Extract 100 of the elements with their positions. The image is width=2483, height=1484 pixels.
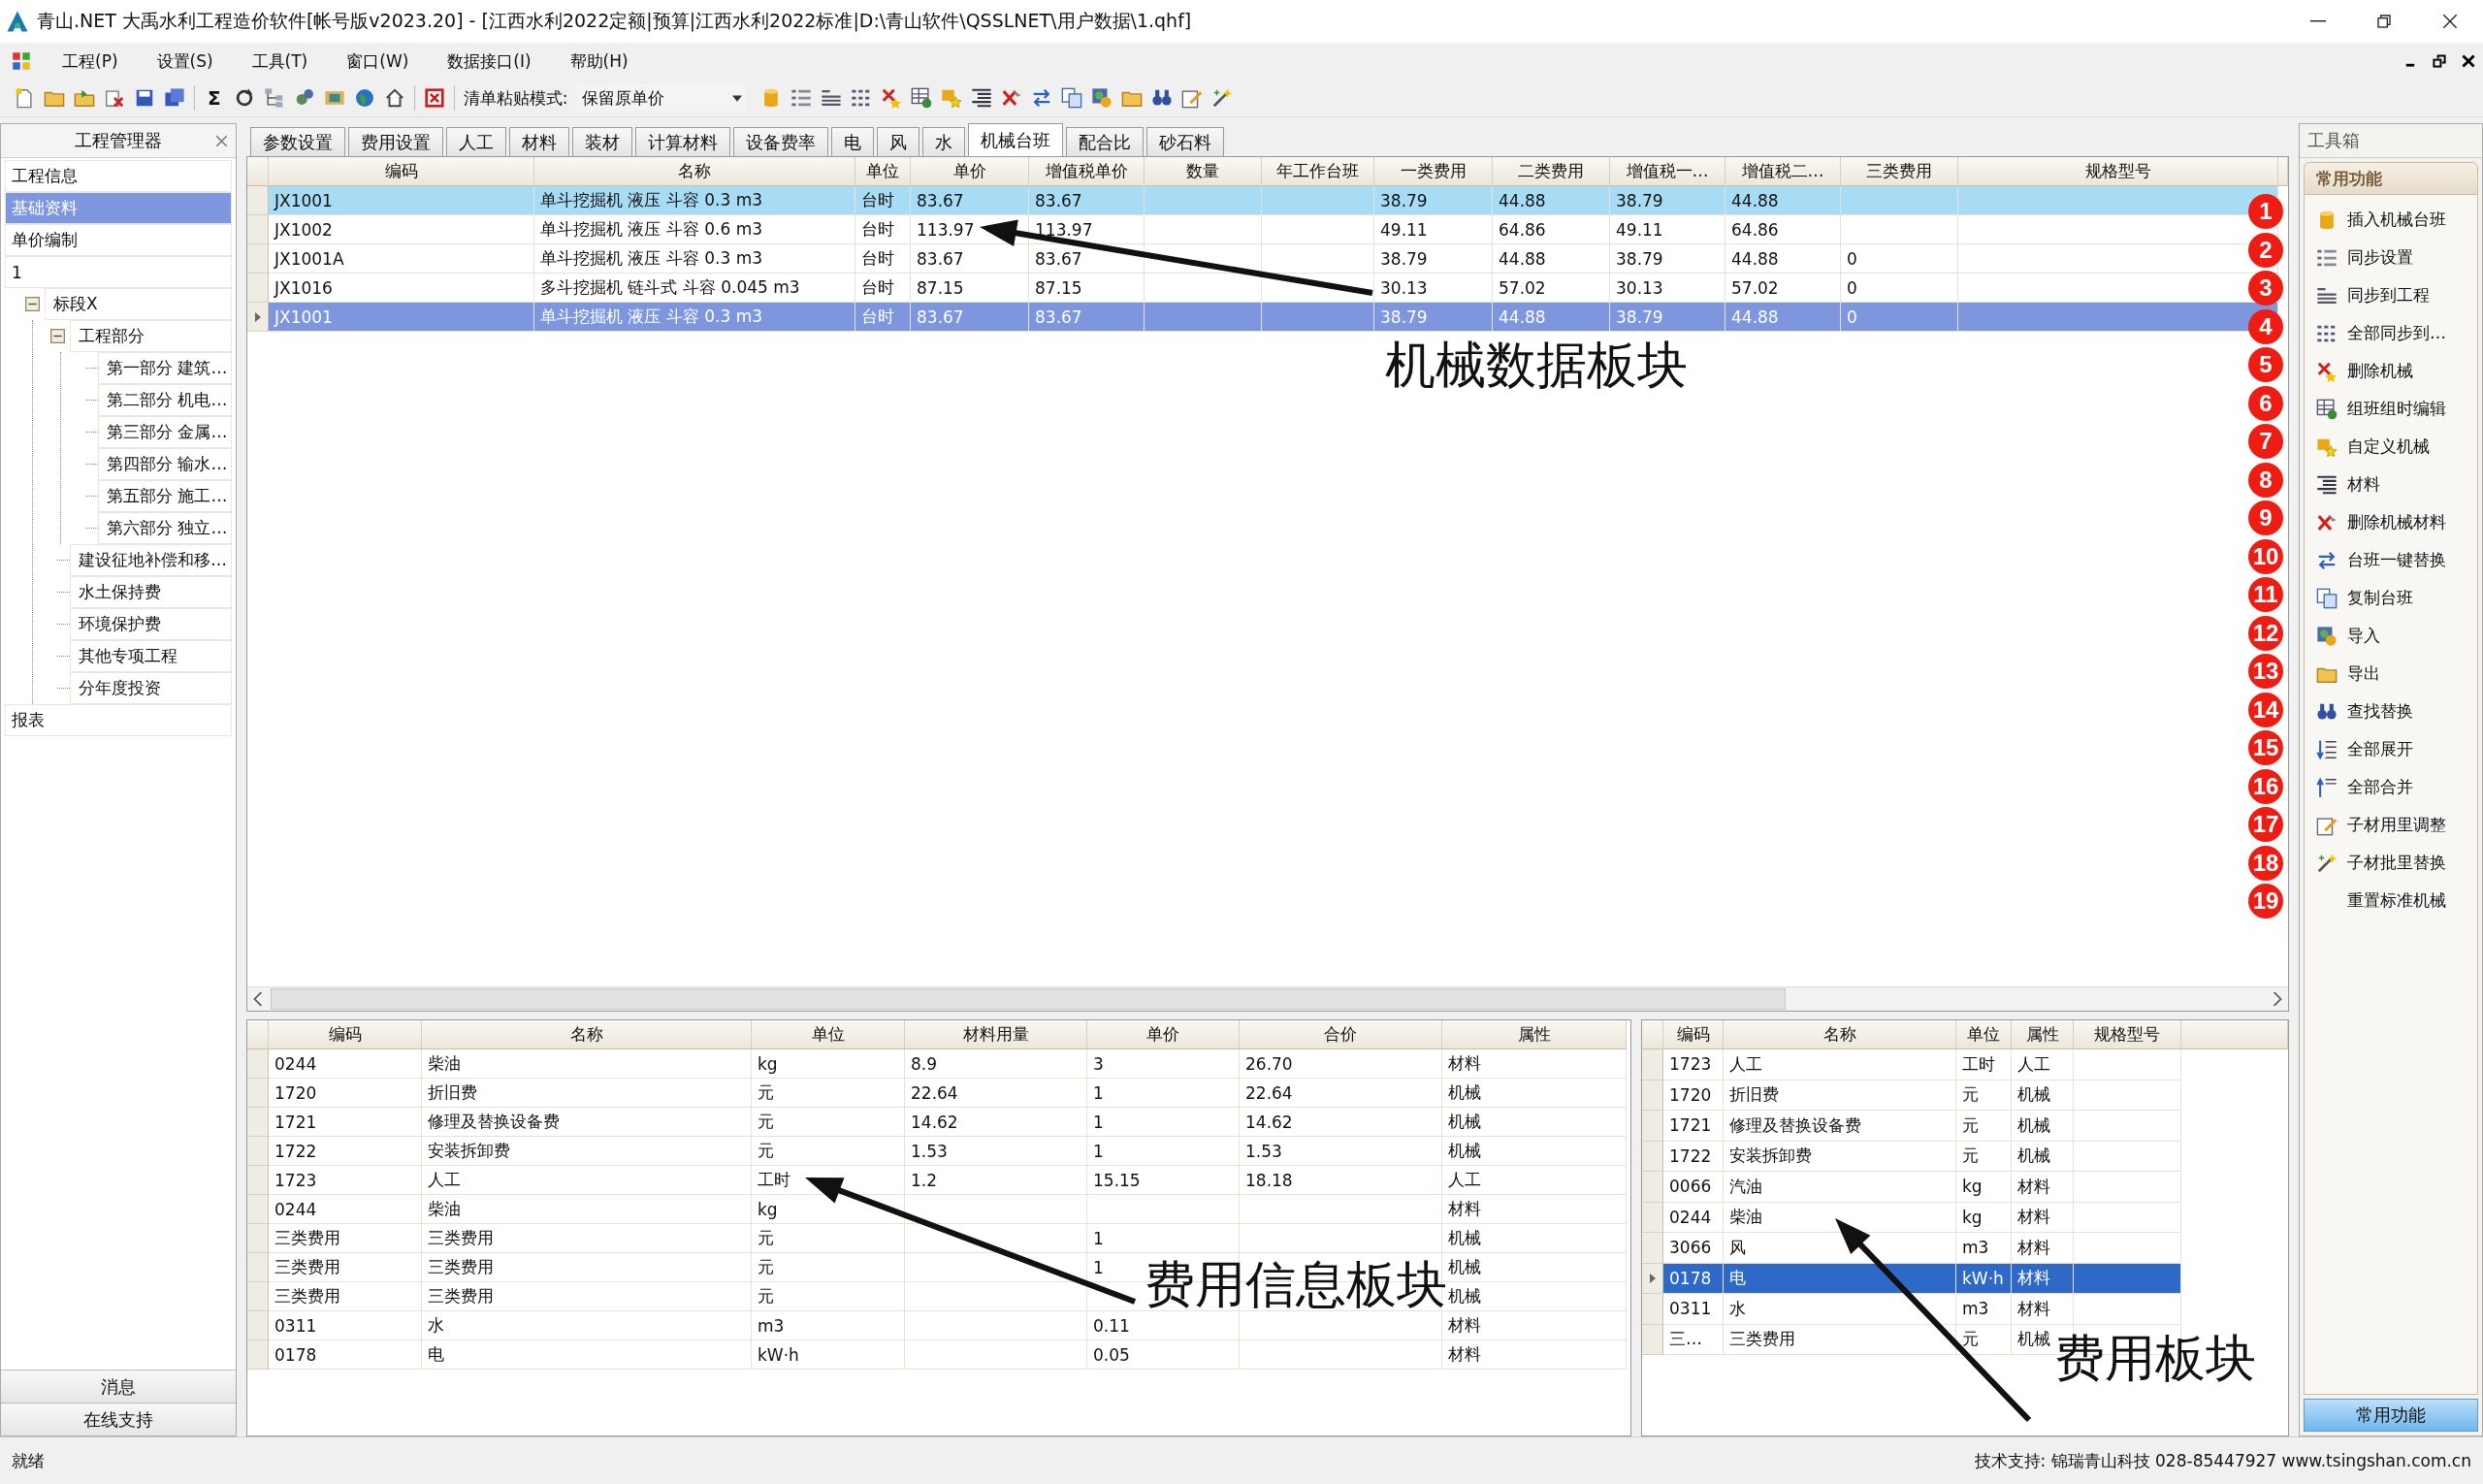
- binoculars-icon[interactable]: [1151, 87, 1174, 109]
- sum-button[interactable]: Σ: [204, 86, 225, 110]
- tree-item[interactable]: 1: [5, 256, 232, 288]
- menu-item[interactable]: 窗口(W): [333, 46, 423, 77]
- column-header[interactable]: 规格型号: [2074, 1020, 2181, 1049]
- tab[interactable]: 参数设置: [250, 127, 345, 156]
- column-header[interactable]: 单价: [911, 157, 1029, 186]
- expand-all-icon[interactable]: [2316, 738, 2338, 760]
- tab[interactable]: 计算材料: [635, 127, 730, 156]
- toolbox-item[interactable]: 插入机械台班: [2305, 201, 2477, 239]
- list-icon[interactable]: [790, 87, 813, 109]
- column-header[interactable]: 编码: [269, 157, 534, 186]
- column-header[interactable]: 三类费用: [1841, 157, 1958, 186]
- row-header[interactable]: [247, 303, 269, 332]
- menu-item[interactable]: 帮助(H): [556, 46, 642, 77]
- paste-mode-dropdown[interactable]: 保留原单价: [576, 84, 747, 112]
- column-header[interactable]: 规格型号: [1958, 157, 2278, 186]
- panel-button[interactable]: 消息: [1, 1370, 236, 1403]
- stop-icon[interactable]: [423, 87, 445, 109]
- column-header[interactable]: 编码: [1663, 1020, 1724, 1049]
- horizontal-scrollbar[interactable]: [247, 986, 2288, 1011]
- toolbox-item[interactable]: 删除机械材料: [2305, 503, 2477, 541]
- tree-item[interactable]: 其他专项工程: [70, 640, 232, 672]
- tree-item[interactable]: 第六部分 独立…: [98, 512, 232, 544]
- indent-list-icon[interactable]: [971, 87, 993, 109]
- import-icon[interactable]: [2316, 625, 2338, 647]
- toolbox-item[interactable]: 自定义机械: [2305, 428, 2477, 466]
- tree-item[interactable]: 第一部分 建筑…: [98, 352, 232, 384]
- tree-item[interactable]: 工程部分: [70, 320, 232, 352]
- column-header[interactable]: 单位: [1956, 1020, 2012, 1049]
- collapse-all-icon[interactable]: [2316, 776, 2338, 798]
- tree-item[interactable]: 工程信息: [5, 160, 232, 192]
- toolbox-item[interactable]: 删除机械: [2305, 352, 2477, 390]
- expand-toggle-icon[interactable]: [24, 297, 40, 311]
- document-delete-icon[interactable]: [104, 87, 125, 109]
- column-header[interactable]: 数量: [1145, 157, 1262, 186]
- toolbox-item[interactable]: 子材批里替换: [2305, 844, 2477, 882]
- column-header[interactable]: 合价: [1240, 1020, 1442, 1049]
- edit-icon[interactable]: [1181, 87, 1204, 109]
- toolbox-item[interactable]: 全部合并: [2305, 768, 2477, 806]
- tree-item[interactable]: 第五部分 施工…: [98, 480, 232, 512]
- column-header[interactable]: 单位: [752, 1020, 905, 1049]
- new-document-icon[interactable]: [14, 87, 35, 109]
- expand-toggle-icon[interactable]: [49, 329, 65, 343]
- column-header[interactable]: 二类费用: [1493, 157, 1610, 186]
- column-header[interactable]: 单价: [1087, 1020, 1240, 1049]
- toolbox-item[interactable]: 同步到工程: [2305, 276, 2477, 314]
- column-header[interactable]: 名称: [534, 157, 855, 186]
- copy-icon[interactable]: [1061, 87, 1083, 109]
- tree-icon[interactable]: [263, 87, 285, 109]
- column-header[interactable]: 名称: [422, 1020, 752, 1049]
- column-header[interactable]: 增值税单价: [1029, 157, 1145, 186]
- delete-star-icon[interactable]: [881, 87, 903, 109]
- toolbox-item[interactable]: 台班一键替换: [2305, 541, 2477, 579]
- toolbox-item[interactable]: 全部同步到…: [2305, 314, 2477, 352]
- delete-icon[interactable]: [1001, 87, 1023, 109]
- tab[interactable]: 设备费率: [733, 127, 828, 156]
- toolbox-item[interactable]: 子材用里调整: [2305, 806, 2477, 844]
- copy-icon[interactable]: [2316, 587, 2338, 609]
- panel-button[interactable]: 在线支持: [1, 1403, 236, 1436]
- tab[interactable]: 机械台班: [968, 123, 1063, 156]
- tree-item[interactable]: 标段X: [45, 288, 232, 320]
- window-menu-icon[interactable]: [12, 51, 31, 71]
- tree-item[interactable]: 报表: [5, 704, 232, 736]
- tree-item[interactable]: 单价编制: [5, 224, 232, 256]
- star-icon[interactable]: [941, 87, 963, 109]
- table-gear-icon[interactable]: [911, 87, 933, 109]
- tab[interactable]: 人工: [446, 127, 506, 156]
- tree-item[interactable]: 环境保护费: [70, 608, 232, 640]
- tree-item[interactable]: 第二部分 机电…: [98, 384, 232, 416]
- globe-icon[interactable]: [353, 87, 375, 109]
- menu-item[interactable]: 数据接口(I): [434, 46, 545, 77]
- section-header[interactable]: 常用功能: [2304, 162, 2478, 195]
- toolbox-item[interactable]: 查找替换: [2305, 693, 2477, 730]
- tree-item[interactable]: 分年度投资: [70, 672, 232, 704]
- tab[interactable]: 水: [922, 127, 965, 156]
- column-header[interactable]: 属性: [1442, 1020, 1627, 1049]
- tree-item[interactable]: 建设征地补偿和移…: [70, 544, 232, 576]
- column-header[interactable]: 一类费用: [1374, 157, 1493, 186]
- tab[interactable]: 砂石料: [1146, 127, 1224, 156]
- toolbox-tab[interactable]: 常用功能: [2304, 1399, 2478, 1432]
- menu-item[interactable]: 工程(P): [48, 46, 132, 77]
- column-header[interactable]: 单位: [855, 157, 911, 186]
- menu-item[interactable]: 设置(S): [143, 46, 227, 77]
- tree-item[interactable]: 第四部分 输水…: [98, 448, 232, 480]
- tab[interactable]: 电: [831, 127, 874, 156]
- column-header[interactable]: 增值税一…: [1610, 157, 1725, 186]
- import-icon[interactable]: [1091, 87, 1113, 109]
- folder-arrow-icon[interactable]: [74, 87, 95, 109]
- toolbox-item[interactable]: 材料: [2305, 466, 2477, 503]
- column-header[interactable]: 增值税二…: [1725, 157, 1841, 186]
- tab[interactable]: 配合比: [1066, 127, 1144, 156]
- toolbox-item[interactable]: 全部展开: [2305, 730, 2477, 768]
- wand-icon[interactable]: [1211, 87, 1234, 109]
- toolbox-item[interactable]: 重置标准机械: [2305, 882, 2477, 919]
- tab[interactable]: 风: [877, 127, 919, 156]
- tab[interactable]: 材料: [509, 127, 569, 156]
- toolbox-item[interactable]: 导入: [2305, 617, 2477, 655]
- floppy-disks-icon[interactable]: [164, 87, 185, 109]
- toolbox-item[interactable]: 同步设置: [2305, 239, 2477, 276]
